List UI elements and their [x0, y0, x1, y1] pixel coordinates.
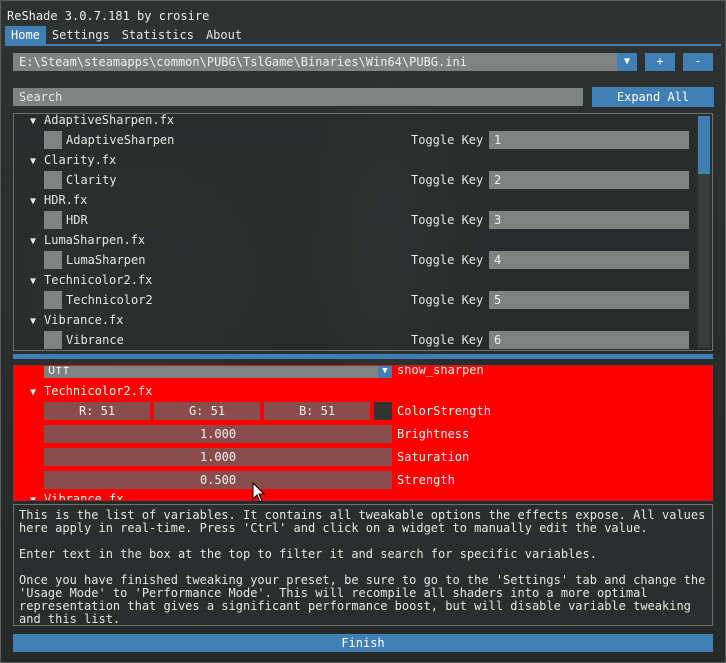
effect-checkbox-clarity[interactable]	[44, 171, 62, 189]
effect-header-technicolor2[interactable]: ▼ Technicolor2.fx	[30, 272, 152, 288]
help-paragraph: Enter text in the box at the top to filt…	[19, 547, 597, 561]
tree-expand-icon: ▼	[30, 276, 37, 287]
dropdown-arrow-icon[interactable]: ▼	[617, 53, 637, 71]
tree-expand-icon: ▼	[30, 495, 37, 501]
color-strength-label: ColorStrength	[397, 404, 491, 418]
color-strength-swatch[interactable]	[374, 402, 392, 420]
strength-slider[interactable]: 0.500	[44, 471, 392, 489]
effect-name: AdaptiveSharpen	[66, 133, 175, 147]
toggle-key-label: Toggle Key	[411, 213, 484, 227]
toggle-key-input[interactable]: 4	[489, 251, 689, 269]
tree-expand-icon: ▼	[30, 196, 37, 207]
toggle-key-label: Toggle Key	[411, 173, 484, 187]
effect-checkbox-adaptivesharpen[interactable]	[44, 131, 62, 149]
dropdown-arrow-icon[interactable]: ▼	[378, 366, 392, 378]
expand-all-button[interactable]: Expand All	[592, 87, 714, 107]
strength-label: Strength	[397, 473, 455, 487]
show-sharpen-label: show_sharpen	[397, 365, 484, 377]
preset-path: E:\Steam\steamapps\common\PUBG\TslGame\B…	[19, 55, 467, 69]
tree-expand-icon: ▼	[30, 387, 37, 398]
effect-checkbox-technicolor2[interactable]	[44, 291, 62, 309]
variables-list[interactable]: Off ▼ show_sharpen ▼ Technicolor2.fx R: 5…	[13, 365, 713, 501]
finish-button[interactable]: Finish	[13, 634, 713, 652]
menu-underline	[5, 44, 721, 46]
mouse-cursor-icon	[252, 482, 266, 503]
tab-settings[interactable]: Settings	[46, 26, 116, 44]
toggle-key-input[interactable]: 3	[489, 211, 689, 229]
tab-statistics[interactable]: Statistics	[116, 26, 200, 44]
effect-name: Vibrance	[66, 333, 124, 347]
reshade-window: ReShade 3.0.7.181 by crosire Home Settin…	[0, 0, 726, 663]
effect-checkbox-hdr[interactable]	[44, 211, 62, 229]
effect-header-vibrance[interactable]: ▼ Vibrance.fx	[30, 312, 123, 328]
color-strength-r-input[interactable]: R: 51	[44, 402, 150, 420]
tree-expand-icon: ▼	[30, 156, 37, 167]
effect-name: Clarity	[66, 173, 117, 187]
toggle-key-label: Toggle Key	[411, 333, 484, 347]
effect-header-lumasharpen[interactable]: ▼ LumaSharpen.fx	[30, 232, 145, 248]
effect-name: Technicolor2	[66, 293, 153, 307]
variables-header-vibrance[interactable]: ▼ Vibrance.fx	[30, 492, 123, 501]
remove-preset-button[interactable]: -	[683, 53, 713, 71]
toggle-key-label: Toggle Key	[411, 133, 484, 147]
effect-checkbox-vibrance[interactable]	[44, 331, 62, 349]
help-text: This is the list of variables. It contai…	[13, 504, 713, 626]
tree-expand-icon: ▼	[30, 316, 37, 327]
toggle-key-input[interactable]: 2	[489, 171, 689, 189]
toggle-key-label: Toggle Key	[411, 253, 484, 267]
effect-header-adaptivesharpen[interactable]: ▼ AdaptiveSharpen.fx	[30, 114, 174, 128]
search-input[interactable]	[13, 88, 583, 106]
toggle-key-input[interactable]: 1	[489, 131, 689, 149]
tree-expand-icon: ▼	[30, 236, 37, 247]
saturation-label: Saturation	[397, 450, 470, 464]
tab-home[interactable]: Home	[5, 26, 46, 44]
saturation-slider[interactable]: 1.000	[44, 448, 392, 466]
tree-expand-icon: ▼	[30, 116, 37, 127]
effect-header-clarity[interactable]: ▼ Clarity.fx	[30, 152, 116, 168]
effect-checkbox-lumasharpen[interactable]	[44, 251, 62, 269]
help-paragraph: This is the list of variables. It contai…	[19, 508, 706, 535]
effect-name: LumaSharpen	[66, 253, 146, 267]
panel-splitter[interactable]	[13, 354, 713, 359]
brightness-label: Brightness	[397, 427, 470, 441]
effect-name: HDR	[66, 213, 88, 227]
menu-bar: Home Settings Statistics About	[5, 26, 721, 44]
tab-about[interactable]: About	[200, 26, 248, 44]
toggle-key-input[interactable]: 6	[489, 331, 689, 349]
variables-header-technicolor2[interactable]: ▼ Technicolor2.fx	[30, 383, 152, 399]
brightness-slider[interactable]: 1.000	[44, 425, 392, 443]
toggle-key-label: Toggle Key	[411, 293, 484, 307]
effects-list[interactable]: ▼ AdaptiveSharpen.fx AdaptiveSharpen Togg…	[13, 113, 713, 351]
add-preset-button[interactable]: +	[645, 53, 675, 71]
effects-scrollbar-thumb[interactable]	[698, 116, 710, 174]
effect-header-hdr[interactable]: ▼ HDR.fx	[30, 192, 87, 208]
preset-selector[interactable]: E:\Steam\steamapps\common\PUBG\TslGame\B…	[13, 53, 637, 71]
show-sharpen-combo[interactable]: Off ▼	[44, 366, 392, 378]
window-title[interactable]: ReShade 3.0.7.181 by crosire	[1, 7, 725, 25]
color-strength-g-input[interactable]: G: 51	[154, 402, 260, 420]
color-strength-b-input[interactable]: B: 51	[264, 402, 370, 420]
toggle-key-input[interactable]: 5	[489, 291, 689, 309]
help-paragraph: Once you have finished tweaking your pre…	[19, 573, 706, 626]
